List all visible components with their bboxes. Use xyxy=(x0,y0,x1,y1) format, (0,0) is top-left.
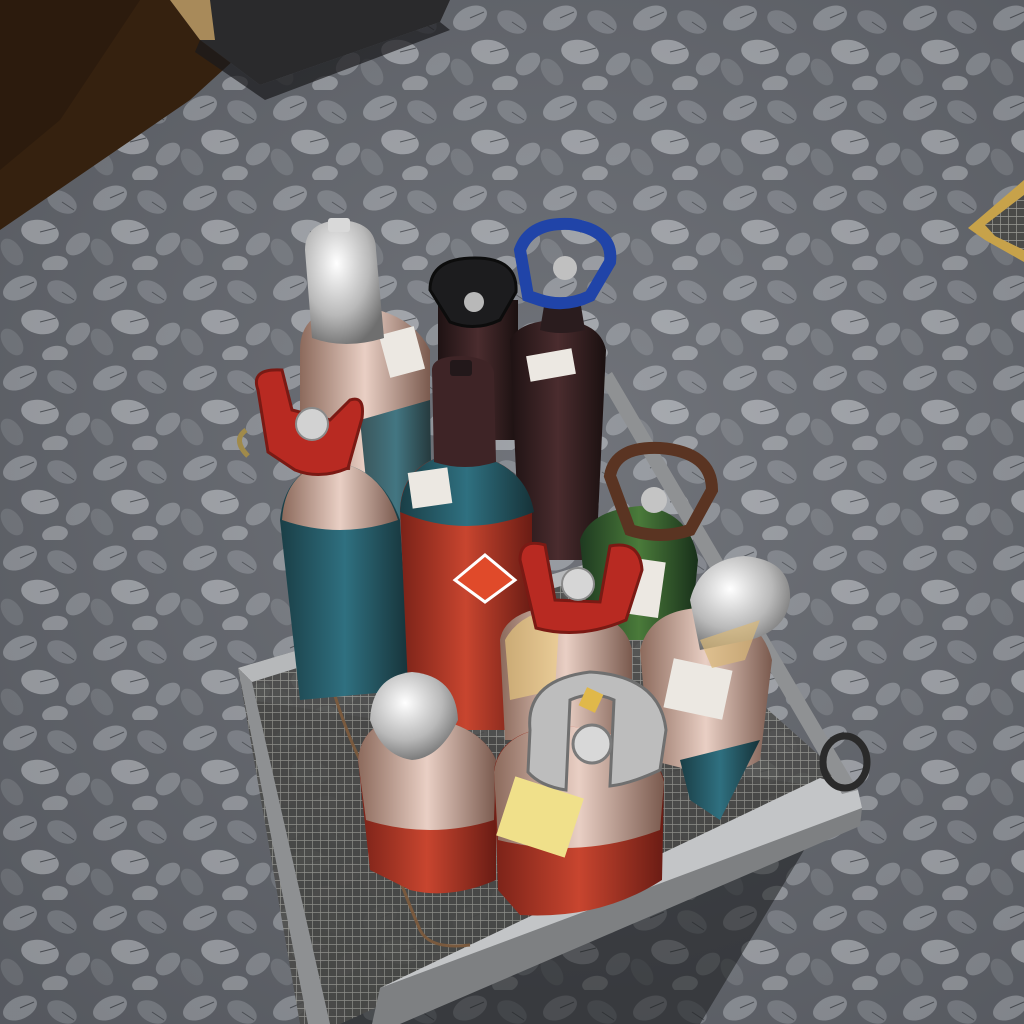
valve-knob xyxy=(295,407,329,441)
scene-drawing xyxy=(0,0,1024,1024)
valve-knob xyxy=(571,723,613,765)
valve-knob xyxy=(641,487,667,513)
valve-knob xyxy=(561,567,595,601)
cylinder-label xyxy=(407,467,453,509)
valve-knob xyxy=(464,292,484,312)
valve-knob xyxy=(553,256,577,280)
gas-cylinder-cart-scene xyxy=(0,0,1024,1024)
